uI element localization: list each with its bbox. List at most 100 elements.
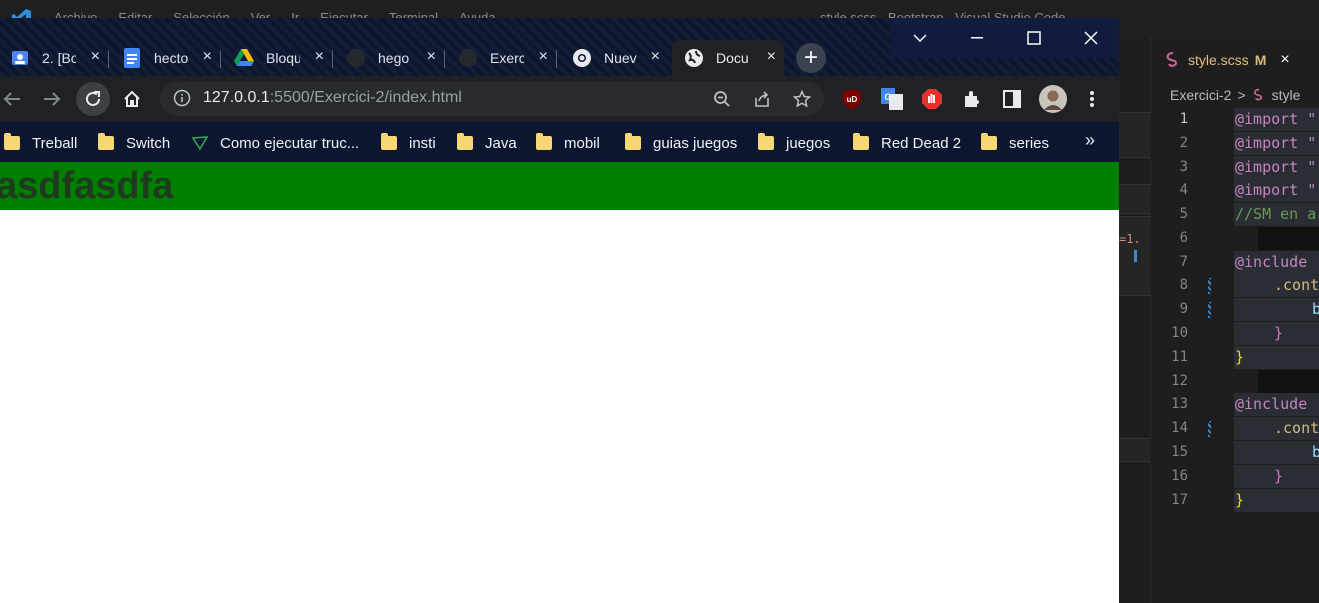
pane-block	[1119, 184, 1151, 214]
adblock-icon[interactable]	[921, 88, 943, 110]
tab-search-icon[interactable]	[891, 18, 948, 58]
bookmark-juegos[interactable]: juegos	[758, 132, 830, 154]
code-line: 13 @include	[1152, 393, 1319, 416]
code-line: 14 .cont	[1152, 417, 1319, 440]
bookmark-mobil[interactable]: mobil	[536, 132, 600, 154]
code-text: }	[1274, 467, 1284, 485]
minimize-icon[interactable]	[948, 18, 1005, 58]
text-cursor	[1134, 250, 1137, 262]
bookmark-switch[interactable]: Switch	[98, 132, 170, 154]
url-path: :5500/Exercici-2/index.html	[269, 89, 462, 106]
line-number: 5	[1179, 206, 1188, 222]
bookmark-insti[interactable]: insti	[381, 132, 436, 154]
code-line: 5 //SM en a	[1152, 203, 1319, 226]
tab-label: style.scss	[1188, 52, 1249, 68]
code-text: b	[1312, 443, 1319, 461]
browser-tab[interactable]: Bloqu ×	[222, 40, 333, 76]
browser-tab[interactable]: hecto ×	[110, 40, 221, 76]
tab-style-scss[interactable]: style.scss M ×	[1152, 36, 1319, 84]
sass-icon	[1253, 88, 1262, 101]
bookmark-label: juegos	[786, 134, 831, 152]
line-number: 4	[1179, 182, 1188, 198]
folder-icon	[853, 133, 869, 150]
bookmark-label: Red Dead 2	[881, 134, 962, 152]
new-tab-button[interactable]: +	[796, 43, 826, 73]
close-window-icon[interactable]	[1062, 18, 1119, 58]
modified-badge: M	[1254, 52, 1267, 68]
code-text: @include	[1235, 395, 1308, 413]
translate-icon[interactable]: G	[881, 88, 903, 110]
line-number: 6	[1179, 230, 1188, 246]
code-line: 2 @import "	[1152, 132, 1319, 155]
code-text: @import "	[1235, 158, 1317, 176]
share-icon[interactable]	[750, 87, 774, 111]
close-tab-icon[interactable]: ×	[203, 48, 212, 66]
code-text: @import "	[1235, 134, 1317, 152]
window-controls	[891, 18, 1119, 58]
breadcrumb-file[interactable]: style	[1272, 87, 1301, 103]
reload-icon[interactable]	[76, 82, 110, 116]
bookmark-red-dead-2[interactable]: Red Dead 2	[853, 132, 961, 154]
close-tab-icon[interactable]: ×	[651, 48, 660, 66]
bookmark-series[interactable]: series	[981, 132, 1049, 154]
close-tab-icon[interactable]: ×	[315, 48, 324, 66]
ublock-icon[interactable]: uD	[841, 88, 863, 110]
maximize-icon[interactable]	[1005, 18, 1062, 58]
code-line: 12	[1152, 370, 1319, 393]
bookmark-como-ejecutar[interactable]: Como ejecutar truc...	[192, 132, 359, 154]
contacts-icon	[10, 48, 30, 68]
breadcrumb: Exercici-2 > style	[1152, 84, 1319, 106]
browser-tab[interactable]: hego ×	[334, 40, 445, 76]
side-panel-icon[interactable]	[1001, 88, 1023, 110]
line-number: 7	[1179, 254, 1188, 270]
code-text: }	[1235, 491, 1245, 509]
code-line: 1 @import "	[1152, 108, 1319, 131]
more-menu-icon[interactable]	[1081, 88, 1103, 110]
site-info-icon[interactable]	[172, 89, 192, 109]
bookmark-guias-juegos[interactable]: guias juegos	[625, 132, 737, 154]
breadcrumb-folder[interactable]: Exercici-2	[1170, 87, 1231, 103]
line-number: 12	[1171, 373, 1188, 389]
bookmarks-bar: Treball Switch Como ejecutar truc... ins…	[0, 122, 1119, 162]
browser-tab[interactable]: 2. [Bo ×	[0, 40, 109, 76]
zoom-icon[interactable]	[710, 87, 734, 111]
code-line: 4 @import "	[1152, 179, 1319, 202]
close-tab-icon[interactable]: ×	[427, 48, 436, 66]
bookmark-label: series	[1009, 134, 1050, 152]
code-editor[interactable]: 1 @import " 2 @import " 3 @import " 4 @i…	[1152, 108, 1319, 603]
code-text: @import "	[1235, 110, 1317, 128]
github-icon	[346, 48, 366, 68]
vscode-split-pane: =1.	[1119, 36, 1151, 603]
code-line: 9 b	[1152, 298, 1319, 321]
browser-tab[interactable]: Nuev ×	[558, 40, 668, 76]
address-bar[interactable]: 127.0.0.1:5500/Exercici-2/index.html	[160, 82, 824, 116]
back-icon[interactable]	[0, 84, 27, 114]
bookmarks-overflow-icon[interactable]: »	[1085, 130, 1095, 151]
close-tab-icon[interactable]: ×	[767, 48, 776, 66]
code-fragment: =1.	[1119, 232, 1141, 246]
code-line: 3 @import "	[1152, 156, 1319, 179]
bookmark-label: Switch	[126, 134, 171, 152]
forward-icon[interactable]	[37, 84, 67, 114]
code-text: }	[1274, 324, 1284, 342]
tab-label: Nuev	[604, 50, 637, 66]
close-tab-icon[interactable]: ×	[539, 48, 548, 66]
line-number: 14	[1171, 420, 1188, 436]
avatar[interactable]	[1038, 84, 1068, 114]
bookmark-label: Treball	[32, 134, 78, 152]
page-icon	[192, 135, 208, 151]
browser-tab[interactable]: Exerc ×	[446, 40, 557, 76]
ublock-label: uD	[847, 95, 858, 104]
extensions-icon[interactable]	[961, 88, 983, 110]
folder-icon	[758, 133, 774, 150]
bookmark-treball[interactable]: Treball	[4, 132, 77, 154]
close-tab-icon[interactable]: ×	[91, 48, 100, 66]
browser-tab-active[interactable]: Docu ×	[672, 40, 784, 76]
browser-toolbar: 127.0.0.1:5500/Exercici-2/index.html uD …	[0, 76, 1119, 122]
close-tab-icon[interactable]: ×	[1280, 51, 1289, 69]
bookmark-star-icon[interactable]	[790, 87, 814, 111]
code-line: 6	[1152, 227, 1319, 250]
bookmark-java[interactable]: Java	[457, 132, 517, 154]
home-icon[interactable]	[117, 84, 147, 114]
sass-icon	[1166, 52, 1178, 67]
